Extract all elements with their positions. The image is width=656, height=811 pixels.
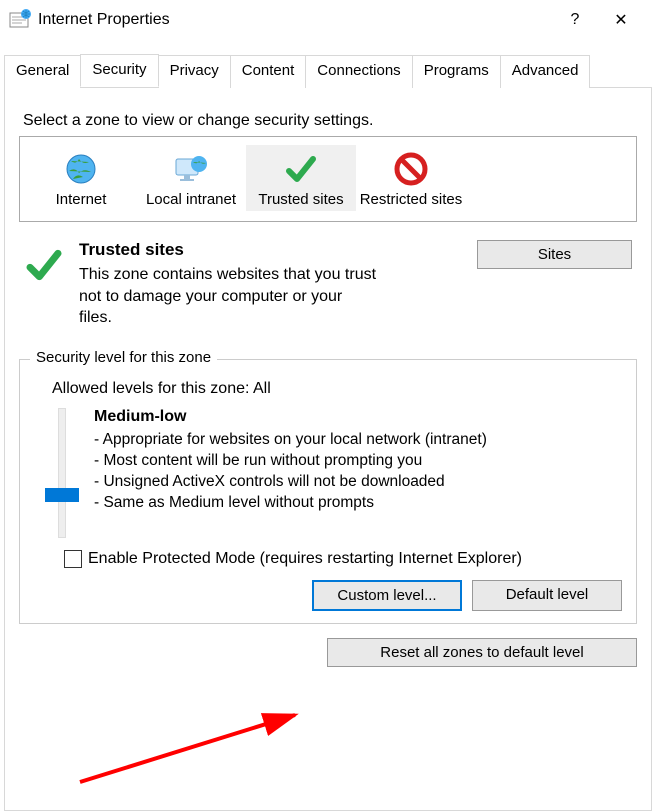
sites-button[interactable]: Sites <box>477 240 632 269</box>
tab-privacy[interactable]: Privacy <box>158 55 231 88</box>
level-detail-2: - Unsigned ActiveX controls will not be … <box>94 472 622 493</box>
zone-prompt: Select a zone to view or change security… <box>23 112 637 130</box>
zone-desc-body: This zone contains websites that you tru… <box>79 264 379 329</box>
checkmark-icon <box>19 240 69 329</box>
zone-restricted-sites[interactable]: Restricted sites <box>356 145 466 211</box>
zone-internet[interactable]: Internet <box>26 145 136 211</box>
default-level-button[interactable]: Default level <box>472 580 622 611</box>
level-detail-1: - Most content will be run without promp… <box>94 451 622 472</box>
no-entry-icon <box>358 149 464 189</box>
protected-mode-checkbox[interactable] <box>64 550 82 568</box>
window-title: Internet Properties <box>38 11 552 29</box>
help-button[interactable]: ? <box>552 5 598 35</box>
slider-thumb[interactable] <box>45 488 79 502</box>
title-bar: Internet Properties ? ✕ <box>0 0 656 40</box>
security-level-group: Security level for this zone Allowed lev… <box>19 359 637 624</box>
monitor-globe-icon <box>138 149 244 189</box>
reset-zones-button[interactable]: Reset all zones to default level <box>327 638 637 667</box>
group-title: Security level for this zone <box>30 349 217 366</box>
tab-connections[interactable]: Connections <box>305 55 412 88</box>
tab-content[interactable]: Content <box>230 55 307 88</box>
globe-icon <box>28 149 134 189</box>
level-name: Medium-low <box>94 408 622 426</box>
level-detail-0: - Appropriate for websites on your local… <box>94 430 622 451</box>
zone-trusted-sites[interactable]: Trusted sites <box>246 145 356 211</box>
allowed-levels: Allowed levels for this zone: All <box>52 380 618 398</box>
zone-desc-title: Trusted sites <box>79 240 459 260</box>
tab-strip: General Security Privacy Content Connect… <box>0 54 656 87</box>
zone-label: Restricted sites <box>358 191 464 209</box>
security-panel: Select a zone to view or change security… <box>4 87 652 811</box>
tab-general[interactable]: General <box>4 55 81 88</box>
zone-label: Local intranet <box>138 191 244 209</box>
level-detail-3: - Same as Medium level without prompts <box>94 493 622 514</box>
close-button[interactable]: ✕ <box>598 5 644 35</box>
zone-label: Internet <box>28 191 134 209</box>
custom-level-button[interactable]: Custom level... <box>312 580 462 611</box>
zone-description: Trusted sites This zone contains website… <box>19 240 637 329</box>
tab-security[interactable]: Security <box>80 54 158 87</box>
tab-advanced[interactable]: Advanced <box>500 55 591 88</box>
zone-local-intranet[interactable]: Local intranet <box>136 145 246 211</box>
internet-options-icon <box>8 8 32 32</box>
security-level-slider[interactable] <box>46 408 78 538</box>
protected-mode-label: Enable Protected Mode (requires restarti… <box>88 550 522 568</box>
tab-programs[interactable]: Programs <box>412 55 501 88</box>
zone-label: Trusted sites <box>248 191 354 209</box>
slider-track <box>58 408 66 538</box>
zone-list: Internet Local intranet Trusted sites <box>19 136 637 222</box>
checkmark-icon <box>248 149 354 189</box>
